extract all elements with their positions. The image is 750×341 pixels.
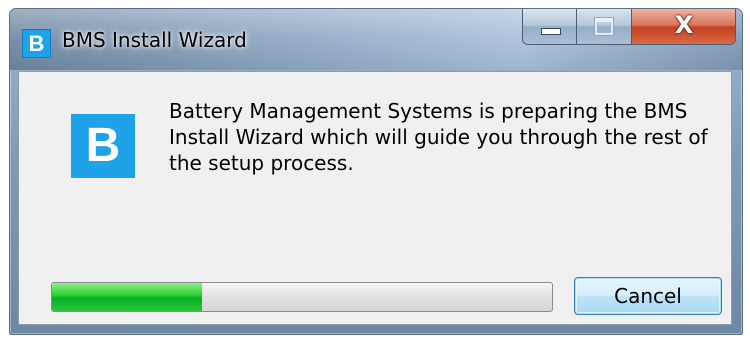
close-icon: X bbox=[674, 11, 694, 39]
caption-buttons: X bbox=[522, 9, 736, 45]
status-message: Battery Management Systems is preparing … bbox=[169, 99, 708, 175]
window-title: BMS Install Wizard bbox=[62, 28, 247, 52]
minimize-button[interactable] bbox=[523, 9, 578, 44]
progress-bar bbox=[51, 282, 553, 312]
close-button[interactable]: X bbox=[631, 9, 735, 44]
maximize-button bbox=[577, 9, 632, 44]
cancel-button[interactable]: Cancel bbox=[574, 277, 722, 315]
maximize-icon bbox=[594, 17, 615, 36]
installer-window: B BMS Install Wizard X B Battery Managem… bbox=[9, 8, 743, 335]
brand-logo: B bbox=[71, 114, 135, 178]
dialog-content: B Battery Management Systems is preparin… bbox=[18, 71, 732, 325]
progress-fill bbox=[52, 283, 202, 311]
app-icon: B bbox=[22, 29, 51, 58]
title-bar[interactable]: B BMS Install Wizard X bbox=[10, 9, 742, 70]
minimize-icon bbox=[541, 28, 561, 35]
